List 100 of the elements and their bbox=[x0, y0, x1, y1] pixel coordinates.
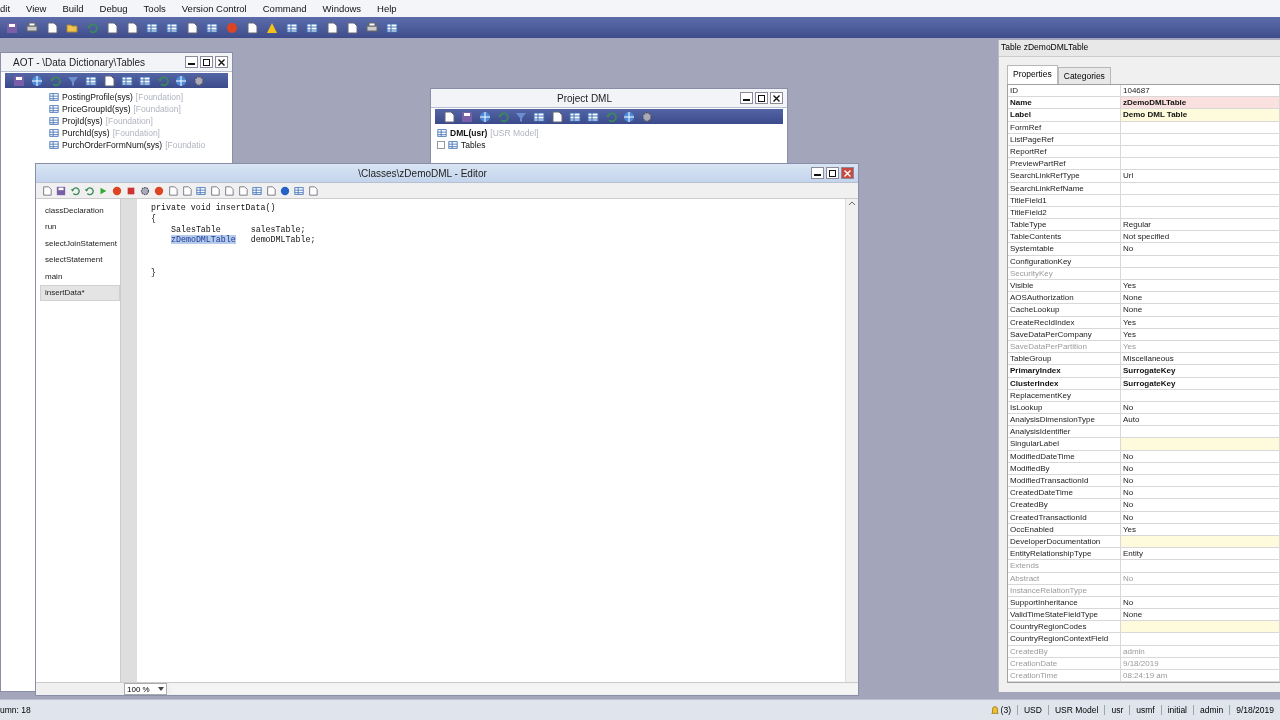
method-item[interactable]: insertData* bbox=[40, 284, 120, 302]
funnel-icon[interactable] bbox=[515, 110, 527, 123]
property-value-field[interactable]: Url bbox=[1121, 170, 1280, 183]
property-value-field[interactable]: Miscellaneous bbox=[1121, 353, 1280, 366]
property-value-field[interactable]: No bbox=[1121, 462, 1280, 475]
gear-icon[interactable] bbox=[193, 74, 205, 87]
code-editor[interactable]: private void insertData() { SalesTable salesTable; zDemoDMLTable demoDMLTable; } bbox=[137, 199, 845, 682]
page-icon[interactable] bbox=[246, 21, 258, 34]
menu-item[interactable]: View bbox=[18, 3, 55, 14]
property-value-field[interactable]: No bbox=[1121, 243, 1280, 256]
property-value-field[interactable] bbox=[1121, 621, 1280, 634]
dot-icon[interactable] bbox=[226, 21, 238, 34]
method-item[interactable]: selectStatement bbox=[40, 252, 120, 269]
property-value-field[interactable]: None bbox=[1121, 304, 1280, 317]
table-icon[interactable] bbox=[139, 74, 151, 87]
property-value-field[interactable] bbox=[1121, 182, 1280, 195]
property-value-field[interactable]: Yes bbox=[1121, 523, 1280, 536]
property-value-field[interactable] bbox=[1121, 389, 1280, 402]
property-value-field[interactable]: None bbox=[1121, 292, 1280, 305]
property-value-field[interactable] bbox=[1121, 438, 1280, 451]
printer-icon[interactable] bbox=[26, 21, 38, 34]
curved-arrow-icon[interactable] bbox=[70, 185, 80, 196]
method-item[interactable]: classDeclaration bbox=[40, 203, 120, 220]
property-value-field[interactable]: No bbox=[1121, 450, 1280, 463]
property-value-field[interactable] bbox=[1121, 633, 1280, 646]
menu-item[interactable]: Build bbox=[54, 3, 92, 14]
tree-item[interactable]: PurchId(sys) bbox=[62, 128, 110, 138]
menu-item[interactable]: Debug bbox=[91, 3, 136, 14]
menu-item[interactable]: Tools bbox=[135, 3, 174, 14]
property-value-field[interactable] bbox=[1121, 158, 1280, 171]
property-value-field[interactable]: Yes bbox=[1121, 328, 1280, 341]
page-icon[interactable] bbox=[551, 110, 563, 123]
table-icon[interactable] bbox=[286, 21, 298, 34]
table-icon[interactable] bbox=[569, 110, 581, 123]
page-icon[interactable] bbox=[443, 110, 455, 123]
property-value-field[interactable] bbox=[1121, 267, 1280, 280]
circle-icon[interactable] bbox=[280, 185, 290, 196]
notification-count[interactable]: (3) bbox=[1000, 705, 1011, 715]
scrollbar[interactable] bbox=[170, 684, 858, 694]
minimize-button[interactable] bbox=[811, 167, 824, 179]
property-value-field[interactable]: No bbox=[1121, 596, 1280, 610]
property-value-field[interactable] bbox=[1121, 206, 1280, 220]
gear-icon[interactable] bbox=[641, 110, 653, 123]
table-icon[interactable] bbox=[294, 185, 304, 196]
property-value-field[interactable]: Demo DML Table bbox=[1121, 109, 1280, 122]
property-value-field[interactable]: Regular bbox=[1121, 219, 1280, 232]
property-value-field[interactable] bbox=[1121, 145, 1280, 159]
tab[interactable]: Properties bbox=[1007, 65, 1058, 84]
page-icon[interactable] bbox=[46, 21, 58, 34]
method-item[interactable]: selectJoinStatement bbox=[40, 235, 120, 253]
table-icon[interactable] bbox=[533, 110, 545, 123]
menu-item[interactable]: Version Control bbox=[173, 3, 255, 14]
page-icon[interactable] bbox=[326, 21, 338, 34]
property-value-field[interactable] bbox=[1121, 133, 1280, 146]
page-icon[interactable] bbox=[346, 21, 358, 34]
method-item[interactable]: main bbox=[40, 268, 120, 285]
tree-item[interactable]: PriceGroupId(sys) bbox=[62, 104, 131, 114]
table-icon[interactable] bbox=[146, 21, 158, 34]
funnel-icon[interactable] bbox=[67, 74, 79, 87]
zoom-dropdown[interactable]: 100 % bbox=[124, 683, 167, 695]
play-icon[interactable] bbox=[98, 185, 108, 196]
menu-item[interactable]: Help bbox=[369, 3, 405, 14]
property-value-field[interactable]: SurrogateKey bbox=[1121, 377, 1280, 390]
dot-icon[interactable] bbox=[112, 185, 122, 196]
table-icon[interactable] bbox=[206, 21, 218, 34]
property-value-field[interactable] bbox=[1121, 584, 1280, 597]
table-icon[interactable] bbox=[85, 74, 97, 87]
table-icon[interactable] bbox=[306, 21, 318, 34]
tree-item[interactable]: PurchOrderFormNum(sys) bbox=[62, 140, 163, 150]
globe-icon[interactable] bbox=[31, 74, 43, 87]
tab[interactable]: Categories bbox=[1057, 67, 1111, 84]
maximize-button[interactable] bbox=[826, 167, 839, 179]
property-value-field[interactable]: Not specified bbox=[1121, 231, 1280, 244]
maximize-button[interactable] bbox=[200, 56, 213, 68]
menu-item[interactable]: Command bbox=[254, 3, 315, 14]
page-icon[interactable] bbox=[103, 74, 115, 87]
warning-icon[interactable] bbox=[266, 21, 278, 34]
close-button[interactable] bbox=[215, 56, 228, 68]
table-icon[interactable] bbox=[386, 21, 398, 34]
page-icon[interactable] bbox=[186, 21, 198, 34]
table-icon[interactable] bbox=[166, 21, 178, 34]
property-value-field[interactable]: Entity bbox=[1121, 548, 1280, 561]
menu-item[interactable]: dit bbox=[0, 3, 19, 14]
tree-item[interactable]: Tables bbox=[461, 140, 486, 150]
table-icon[interactable] bbox=[587, 110, 599, 123]
globe-icon[interactable] bbox=[479, 110, 491, 123]
bell-icon[interactable] bbox=[989, 705, 1000, 715]
table-icon[interactable] bbox=[121, 74, 133, 87]
dot-icon[interactable] bbox=[154, 185, 164, 196]
property-value-field[interactable] bbox=[1121, 194, 1280, 207]
globe-icon[interactable] bbox=[623, 110, 635, 123]
gear-icon[interactable] bbox=[140, 185, 150, 196]
property-value-field[interactable]: zDemoDMLTable bbox=[1121, 97, 1280, 110]
table-icon[interactable] bbox=[196, 185, 206, 196]
property-value-field[interactable]: Yes bbox=[1121, 316, 1280, 329]
property-value-field[interactable] bbox=[1121, 560, 1280, 573]
property-value-field[interactable]: No bbox=[1121, 499, 1280, 512]
folder-icon[interactable] bbox=[66, 21, 78, 34]
property-value-field[interactable] bbox=[1121, 121, 1280, 134]
method-item[interactable]: run bbox=[40, 219, 120, 236]
